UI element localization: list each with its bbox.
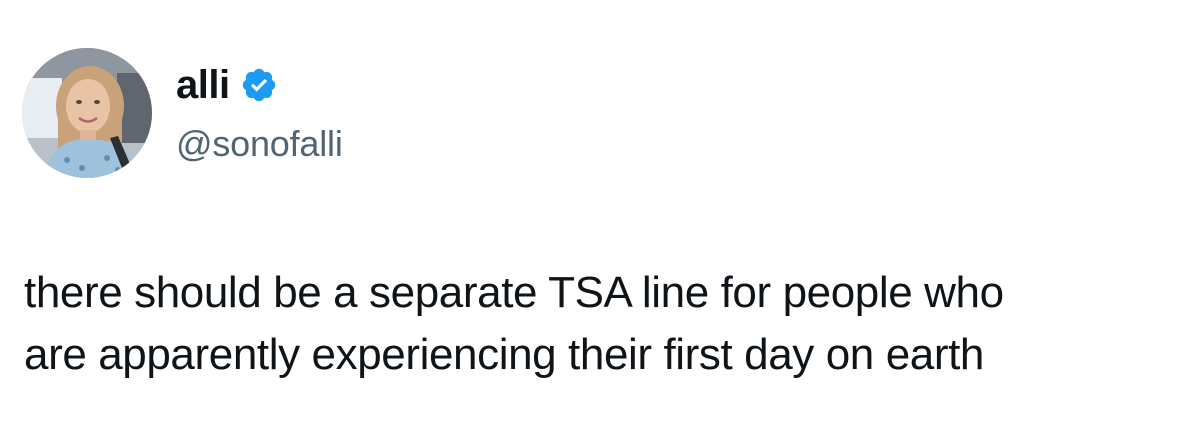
user-handle[interactable]: @sonofalli bbox=[176, 122, 343, 166]
display-name[interactable]: alli bbox=[176, 62, 230, 108]
profile-photo-icon bbox=[22, 48, 152, 178]
tweet-text: there should be a separate TSA line for … bbox=[24, 262, 1174, 386]
name-row: alli bbox=[176, 62, 278, 108]
verified-badge-icon bbox=[240, 66, 278, 104]
tweet-text-line: are apparently experiencing their first … bbox=[24, 330, 984, 379]
avatar[interactable] bbox=[22, 48, 152, 178]
tweet-card: alli @sonofalli there should be a separa… bbox=[0, 0, 1192, 422]
tweet-text-line: there should be a separate TSA line for … bbox=[24, 268, 1004, 317]
